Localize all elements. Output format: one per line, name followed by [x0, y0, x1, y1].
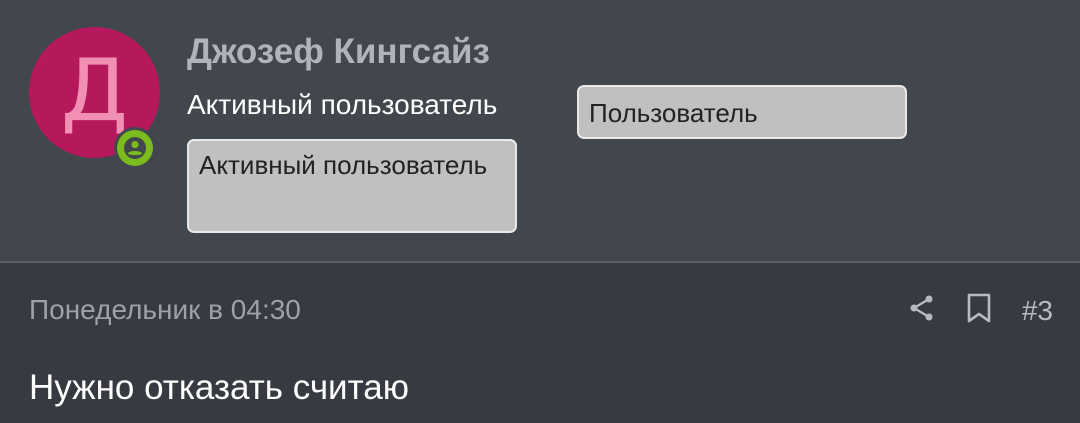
share-button[interactable]	[908, 293, 936, 328]
online-status-badge	[114, 127, 156, 169]
share-icon	[908, 293, 936, 328]
user-title: Активный пользователь	[187, 89, 498, 120]
user-banner-active-user: Активный пользователь	[187, 139, 517, 233]
avatar-letter: Д	[60, 40, 129, 141]
post-actions: #3	[908, 292, 1053, 329]
bookmark-icon	[966, 292, 992, 329]
post-message: Нужно отказать считаю	[29, 368, 409, 407]
user-banner-user: Пользователь	[577, 85, 907, 139]
post-number-link[interactable]: #3	[1022, 295, 1053, 327]
post-timestamp[interactable]: Понедельник в 04:30	[29, 294, 301, 326]
bookmark-button[interactable]	[966, 292, 992, 329]
user-online-icon	[117, 130, 153, 166]
username-link[interactable]: Джозеф Кингсайз	[187, 32, 490, 72]
post-author-header: Д Джозеф Кингсайз Активный пользователь …	[0, 0, 1080, 263]
